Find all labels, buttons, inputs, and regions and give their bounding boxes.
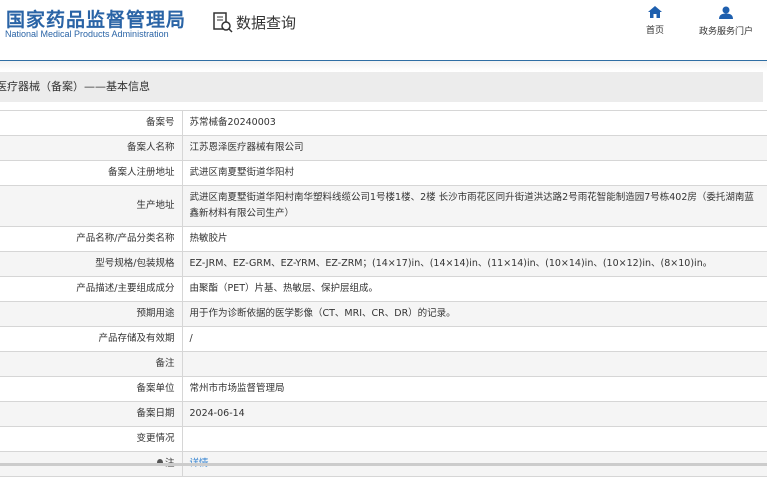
table-row: 产品名称/产品分类名称 热敏胶片 (0, 226, 767, 252)
field-label: 备案号 (0, 110, 183, 136)
nav-home[interactable]: 首页 (646, 6, 664, 36)
table-row: 预期用途 用于作为诊断依据的医学影像（CT、MRI、CR、DR）的记录。 (0, 301, 767, 327)
logo-title[interactable]: 国家药品监督管理局 (6, 5, 186, 32)
field-value (181, 426, 767, 452)
field-label: 备案日期 (0, 401, 183, 427)
data-query-label: 数据查询 (236, 13, 297, 32)
field-label: 产品名称/产品分类名称 (0, 226, 183, 252)
field-label: 产品描述/主要组成成分 (0, 276, 183, 302)
table-row: 产品描述/主要组成成分 由聚酯（PET）片基、热敏层、保护层组成。 (0, 276, 767, 302)
field-label: 生产地址 (0, 185, 183, 227)
field-value: 苏常械备20240003 (181, 110, 767, 136)
field-label: 备案人注册地址 (0, 160, 183, 186)
field-label: 备案单位 (0, 376, 183, 402)
field-value: 用于作为诊断依据的医学影像（CT、MRI、CR、DR）的记录。 (181, 301, 767, 327)
table-row: 备注 (0, 351, 767, 377)
field-value: 热敏胶片 (181, 226, 767, 252)
table-row: 备案人注册地址 武进区南夏墅街道华阳村 (0, 160, 767, 186)
field-value: 江苏恩泽医疗器械有限公司 (181, 135, 767, 161)
home-icon (648, 6, 662, 18)
field-label: 产品存储及有效期 (0, 326, 183, 352)
table-row: 备案日期 2024-06-14 (0, 401, 767, 427)
table-row: 型号规格/包装规格 EZ-JRM、EZ-GRM、EZ-YRM、EZ-ZRM；(14… (0, 251, 767, 277)
table-row: 变更情况 (0, 426, 767, 452)
nav-service-portal-label: 政务服务门户 (699, 27, 754, 37)
table-row: 备案号 苏常械备20240003 (0, 110, 767, 136)
field-value (181, 351, 767, 377)
nav-service-portal[interactable]: 政务服务门户 (699, 6, 753, 37)
table-row: 备案单位 常州市市场监督管理局 (0, 376, 767, 402)
field-label: 变更情况 (0, 426, 183, 452)
record-table: 备案号 苏常械备20240003 备案人名称 江苏恩泽医疗器械有限公司 备案人注册地址武… (0, 110, 767, 477)
field-value: 由聚酯（PET）片基、热敏层、保护层组成。 (181, 276, 767, 302)
field-label: 备案人名称 (0, 135, 183, 161)
table-row: 生产地址 武进区南夏墅街道华阳村南华塑料线缆公司1号楼1楼、2楼 长沙市雨花区同升… (0, 185, 767, 227)
table-bottom-border (0, 463, 767, 466)
table-row: 备案人名称 江苏恩泽医疗器械有限公司 (0, 135, 767, 161)
document-search-icon (213, 12, 233, 33)
table-row: 产品存储及有效期 / (0, 326, 767, 352)
field-value: 常州市市场监督管理局 (181, 376, 767, 402)
field-value: 武进区南夏墅街道华阳村南华塑料线缆公司1号楼1楼、2楼 长沙市雨花区同升街道洪达… (181, 185, 767, 227)
section-title: 医疗器械（备案）——基本信息 (0, 72, 763, 102)
field-value: / (181, 326, 767, 352)
logo-subtitle: National Medical Products Administration (5, 29, 169, 39)
field-value: EZ-JRM、EZ-GRM、EZ-YRM、EZ-ZRM；(14×17)in、(1… (181, 251, 767, 277)
data-query-title: 数据查询 (212, 11, 296, 33)
site-header: 国家药品监督管理局 National Medical Products Admi… (0, 0, 767, 61)
field-label: 备注 (0, 351, 183, 377)
field-value: 武进区南夏墅街道华阳村 (181, 160, 767, 186)
field-label: 预期用途 (0, 301, 183, 327)
user-icon (719, 6, 733, 19)
field-value: 2024-06-14 (181, 401, 767, 427)
field-label: 型号规格/包装规格 (0, 251, 183, 277)
nav-home-label: 首页 (646, 26, 665, 36)
divider (0, 61, 767, 71)
